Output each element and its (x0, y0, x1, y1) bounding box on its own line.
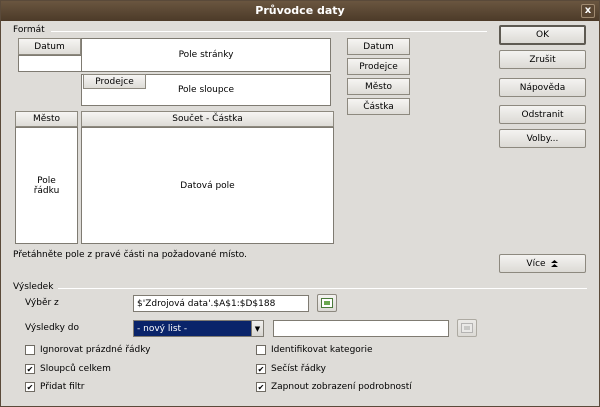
selection-input[interactable]: $'Zdrojová data'.$A$1:$D$188 (133, 295, 309, 312)
ignore-empty-rows-label: Ignorovat prázdné řádky (40, 345, 151, 355)
close-icon[interactable]: x (581, 4, 595, 18)
row-area-label: Pole řádku (33, 175, 60, 196)
results-label: Výsledky do (25, 323, 79, 333)
results-destination-input[interactable] (273, 320, 449, 337)
more-label: Více (526, 258, 546, 269)
shrink-selection-button[interactable] (317, 294, 337, 312)
checkbox-box (25, 345, 35, 355)
checkmark-icon: ✔ (256, 382, 266, 392)
ok-button[interactable]: OK (499, 25, 586, 45)
format-divider (51, 31, 487, 32)
selection-label: Výběr z (25, 298, 59, 308)
result-section-label: Výsledek (13, 282, 54, 292)
available-field-castka[interactable]: Částka (347, 98, 410, 115)
results-destination-select[interactable]: - nový list - ▼ (133, 320, 264, 337)
total-rows-checkbox[interactable]: ✔ Sečíst řádky (256, 364, 326, 374)
pivot-table-dialog: Průvodce daty x Formát Pole stránky Datu… (0, 0, 600, 407)
available-field-prodejce[interactable]: Prodejce (347, 58, 410, 75)
shrink-icon (321, 298, 333, 308)
add-filter-label: Přidat filtr (40, 382, 85, 392)
total-rows-label: Sečíst řádky (271, 364, 326, 374)
format-section-label: Formát (13, 25, 45, 35)
total-columns-checkbox[interactable]: ✔ Sloupců celkem (25, 364, 111, 374)
dialog-title: Průvodce daty (255, 4, 345, 17)
column-field-prodejce[interactable]: Prodejce (83, 74, 146, 89)
identify-categories-label: Identifikovat kategorie (271, 345, 373, 355)
checkbox-box (256, 345, 266, 355)
page-field-area[interactable]: Pole stránky (81, 38, 331, 72)
page-area-label: Pole stránky (178, 50, 234, 60)
double-chevron-up-icon (550, 260, 558, 267)
checkmark-icon: ✔ (256, 364, 266, 374)
row-field-mesto[interactable]: Město (15, 111, 78, 127)
enable-drill-label: Zapnout zobrazení podrobností (271, 382, 412, 392)
available-field-datum[interactable]: Datum (347, 38, 410, 55)
total-columns-label: Sloupců celkem (40, 364, 111, 374)
shrink-results-button[interactable] (457, 319, 477, 337)
available-field-mesto[interactable]: Město (347, 78, 410, 95)
ignore-empty-rows-checkbox[interactable]: Ignorovat prázdné řádky (25, 345, 150, 355)
data-area-label: Datová pole (180, 180, 235, 191)
data-field-area[interactable]: Datová pole (81, 127, 334, 244)
checkmark-icon: ✔ (25, 364, 35, 374)
help-button[interactable]: Nápověda (499, 78, 586, 97)
column-area-label: Pole sloupce (177, 85, 235, 95)
drag-hint: Přetáhněte pole z pravé části na požadov… (13, 250, 248, 260)
data-field-soucet-castka[interactable]: Součet - Částka (81, 111, 334, 127)
page-field-datum[interactable]: Datum (18, 38, 81, 55)
enable-drill-checkbox[interactable]: ✔ Zapnout zobrazení podrobností (256, 382, 412, 392)
checkmark-icon: ✔ (25, 382, 35, 392)
cancel-button[interactable]: Zrušit (499, 50, 586, 69)
chevron-down-icon: ▼ (251, 321, 263, 336)
row-field-area[interactable]: Pole řádku (15, 127, 78, 244)
title-bar: Průvodce daty x (1, 1, 599, 21)
add-filter-checkbox[interactable]: ✔ Přidat filtr (25, 382, 85, 392)
result-divider (58, 288, 587, 289)
remove-button[interactable]: Odstranit (499, 105, 586, 124)
shrink-icon (461, 323, 473, 333)
options-button[interactable]: Volby... (499, 129, 586, 148)
identify-categories-checkbox[interactable]: Identifikovat kategorie (256, 345, 373, 355)
more-button[interactable]: Více (499, 254, 586, 273)
results-select-value: - nový list - (137, 323, 188, 334)
